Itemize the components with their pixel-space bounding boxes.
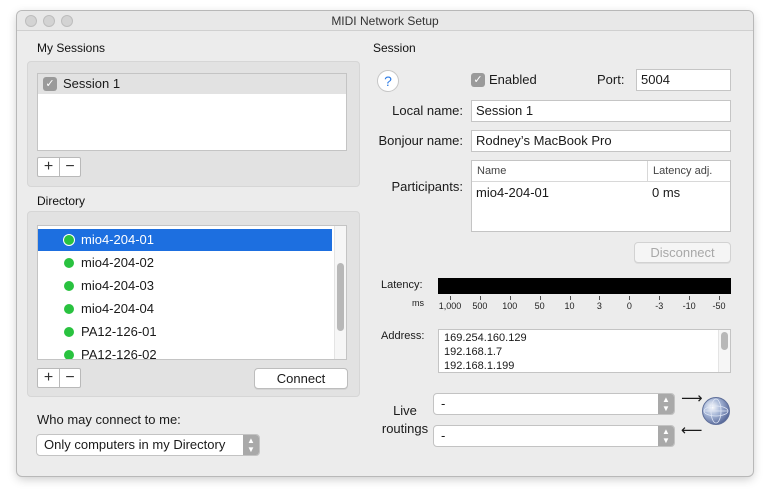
enabled-checkbox[interactable]: ✓ — [471, 73, 485, 87]
session-enabled-checkbox[interactable]: ✓ — [43, 77, 57, 91]
who-may-connect-value: Only computers in my Directory — [44, 437, 226, 452]
port-field[interactable]: 5004 — [636, 69, 731, 91]
arrow-left-icon: ⟵ — [681, 422, 703, 439]
directory-scrollbar[interactable] — [334, 226, 346, 359]
directory-item-label: PA12-126-01 — [81, 324, 157, 339]
directory-item[interactable]: mio4-204-04 — [38, 298, 332, 320]
add-session-button[interactable]: + — [38, 158, 59, 176]
disconnect-button[interactable]: Disconnect — [634, 242, 731, 263]
remove-session-button[interactable]: − — [59, 158, 80, 176]
who-may-connect-select[interactable]: Only computers in my Directory ▲ ▼ — [36, 434, 260, 456]
my-sessions-panel: ✓ Session 1 + − — [27, 61, 360, 187]
address-item: 169.254.160.129 — [444, 332, 527, 344]
address-item: 192.168.1.199 — [444, 360, 515, 372]
address-item: 192.168.1.7 — [444, 346, 503, 358]
port-label: Port: — [597, 72, 625, 87]
status-dot-icon — [64, 281, 74, 291]
participant-latency[interactable]: 0 ms — [652, 185, 680, 200]
directory-item-label: mio4-204-02 — [81, 255, 154, 270]
directory-label: Directory — [37, 194, 86, 208]
live-routings-label-line-1: Live — [393, 403, 417, 418]
directory-item-label: mio4-204-04 — [81, 301, 154, 316]
latency-tick-label: 50 — [526, 296, 554, 311]
participants-label: Participants: — [391, 179, 463, 194]
directory-scroll-thumb[interactable] — [337, 263, 344, 331]
directory-item[interactable]: PA12-126-02 — [38, 344, 332, 360]
latency-meter — [438, 278, 731, 294]
participants-header: Name Latency adj. — [472, 161, 730, 182]
address-scrollbar[interactable] — [718, 330, 730, 372]
directory-item-label: PA12-126-02 — [81, 347, 157, 360]
address-list: 169.254.160.129 192.168.1.7 192.168.1.19… — [438, 329, 731, 373]
latency-tick-label: -3 — [645, 296, 673, 311]
sessions-add-remove: + − — [37, 157, 81, 177]
latency-tick-label: 0 — [615, 296, 643, 311]
sessions-list: ✓ Session 1 — [37, 73, 347, 151]
title-bar: MIDI Network Setup — [17, 11, 753, 31]
my-sessions-label: My Sessions — [37, 41, 106, 55]
chevron-updown-icon: ▲ ▼ — [658, 394, 674, 414]
latency-tick-label: -10 — [675, 296, 703, 311]
column-divider — [647, 161, 648, 182]
directory-item-label: mio4-204-03 — [81, 278, 154, 293]
directory-item[interactable]: mio4-204-03 — [38, 275, 332, 297]
latency-tick-label: 1,000 — [436, 296, 464, 311]
directory-item[interactable]: mio4-204-02 — [38, 252, 332, 274]
column-name-header[interactable]: Name — [477, 165, 506, 177]
session-label: Session — [373, 41, 416, 55]
status-dot-icon — [64, 235, 74, 245]
bonjour-name-field[interactable]: Rodney’s MacBook Pro — [471, 130, 731, 152]
participants-table: Name Latency adj. mio4-204-01 0 ms — [471, 160, 731, 232]
add-directory-button[interactable]: + — [38, 369, 59, 387]
directory-item-label: mio4-204-01 — [81, 232, 154, 247]
latency-tick-label: -50 — [705, 296, 733, 311]
routing-in-value: - — [441, 396, 446, 411]
column-latency-header[interactable]: Latency adj. — [653, 165, 712, 177]
session-row[interactable]: ✓ Session 1 — [38, 74, 346, 94]
session-name: Session 1 — [63, 76, 121, 91]
participant-row[interactable]: mio4-204-01 0 ms — [472, 182, 730, 203]
routing-in-select[interactable]: - ▲ ▼ — [433, 393, 675, 415]
directory-add-remove: + − — [37, 368, 81, 388]
routing-out-select[interactable]: - ▲ ▼ — [433, 425, 675, 447]
address-scroll-thumb[interactable] — [721, 332, 728, 350]
chevron-updown-icon: ▲ ▼ — [658, 426, 674, 446]
latency-tick-label: 3 — [585, 296, 613, 311]
latency-tick-label: 100 — [496, 296, 524, 311]
latency-tick-label: 500 — [466, 296, 494, 311]
bonjour-name-label: Bonjour name: — [378, 133, 463, 148]
status-dot-icon — [64, 258, 74, 268]
local-name-field[interactable]: Session 1 — [471, 100, 731, 122]
connect-button[interactable]: Connect — [254, 368, 348, 389]
midi-network-setup-window: MIDI Network Setup My Sessions ✓ Session… — [17, 11, 753, 476]
local-name-label: Local name: — [392, 103, 463, 118]
enabled-label: Enabled — [489, 72, 537, 87]
directory-list: mio4-204-01 mio4-204-02 mio4-204-03 mio4… — [37, 225, 347, 360]
help-button[interactable]: ? — [377, 70, 399, 92]
network-globe-icon — [702, 397, 730, 425]
address-label: Address: — [381, 330, 425, 342]
directory-item[interactable]: PA12-126-01 — [38, 321, 332, 343]
participant-name: mio4-204-01 — [476, 185, 549, 200]
live-routings-label: Live routings — [381, 402, 429, 438]
who-may-connect-label: Who may connect to me: — [37, 412, 181, 427]
live-routings-label-line-2: routings — [381, 421, 429, 436]
directory-panel: mio4-204-01 mio4-204-02 mio4-204-03 mio4… — [27, 211, 360, 397]
chevron-updown-icon: ▲ ▼ — [243, 435, 259, 455]
status-dot-icon — [64, 327, 74, 337]
latency-unit-label: ms — [412, 298, 424, 308]
arrow-right-icon: ⟶ — [681, 390, 703, 407]
directory-item[interactable]: mio4-204-01 — [38, 229, 332, 251]
remove-directory-button[interactable]: − — [59, 369, 80, 387]
latency-label: Latency: — [381, 279, 423, 291]
status-dot-icon — [64, 304, 74, 314]
window-title: MIDI Network Setup — [331, 14, 439, 28]
routing-out-value: - — [441, 428, 446, 443]
latency-tick-label: 10 — [556, 296, 584, 311]
status-dot-icon — [64, 350, 74, 359]
